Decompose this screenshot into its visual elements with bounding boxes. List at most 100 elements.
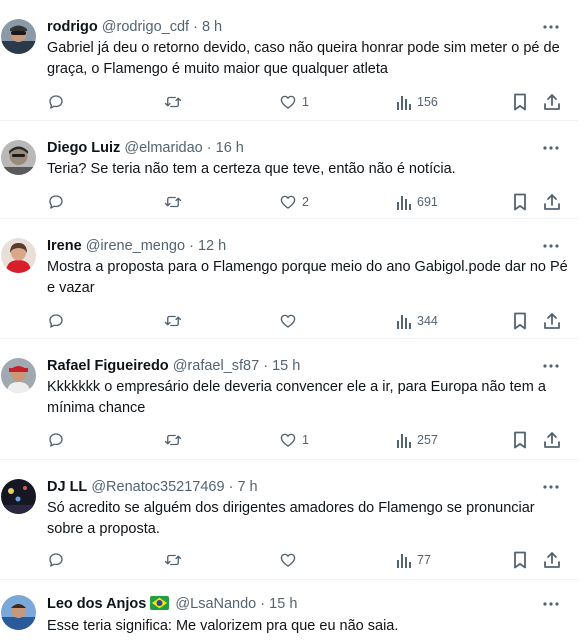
tweet-header: Diego Luiz @elmaridao · 16 h (47, 138, 244, 158)
display-name[interactable]: rodrigo (47, 19, 98, 35)
timestamp[interactable]: 7 h (237, 479, 257, 495)
reply-tweet[interactable]: rodrigo @rodrigo_cdf · 8 h Gabriel já de… (0, 0, 578, 121)
separator: · (189, 238, 194, 254)
avatar[interactable] (1, 140, 36, 175)
bookmark-button[interactable] (512, 191, 528, 213)
retweet-icon (164, 96, 182, 108)
like-button[interactable]: 1 (279, 91, 309, 113)
tweet-text: Esse teria significa: Me valorizem pra q… (47, 618, 399, 634)
reply-tweet[interactable]: Rafael Figueiredo @rafael_sf87 · 15 h Kk… (0, 339, 578, 460)
retweet-button[interactable] (163, 310, 188, 332)
bookmark-button[interactable] (512, 549, 528, 571)
reply-button[interactable] (47, 191, 70, 213)
user-handle[interactable]: @Renatoc35217469 (91, 479, 224, 495)
more-options-icon[interactable] (540, 597, 562, 611)
reply-button[interactable] (47, 549, 70, 571)
display-name[interactable]: Irene (47, 238, 82, 254)
timestamp[interactable]: 16 h (216, 140, 244, 156)
tweet-header: rodrigo @rodrigo_cdf · 8 h (47, 17, 222, 37)
retweet-button[interactable] (163, 549, 188, 571)
like-button[interactable] (279, 310, 302, 332)
views-button[interactable]: 691 (396, 191, 438, 213)
more-options-icon[interactable] (540, 480, 562, 494)
views-chart-icon (397, 554, 411, 568)
user-handle[interactable]: @irene_mengo (86, 238, 185, 254)
more-options-icon[interactable] (540, 20, 562, 34)
timestamp[interactable]: 12 h (198, 238, 226, 254)
retweet-button[interactable] (163, 91, 188, 113)
views-chart-icon (397, 96, 411, 110)
bookmark-button[interactable] (512, 429, 528, 451)
share-icon (544, 94, 560, 110)
avatar[interactable] (1, 238, 36, 273)
action-bar: 344 (0, 310, 578, 332)
bookmark-icon (514, 93, 526, 111)
reply-icon (49, 314, 63, 328)
views-button[interactable]: 156 (396, 91, 438, 113)
share-button[interactable] (543, 91, 561, 113)
share-button[interactable] (543, 549, 561, 571)
share-button[interactable] (543, 429, 561, 451)
like-button[interactable]: 2 (279, 191, 309, 213)
reply-feed: rodrigo @rodrigo_cdf · 8 h Gabriel já de… (0, 0, 585, 644)
heart-icon (280, 553, 296, 567)
tweet-text: Gabriel já deu o retorno devido, caso nã… (47, 40, 560, 77)
display-name[interactable]: DJ LL (47, 479, 87, 495)
reply-icon (49, 553, 63, 567)
heart-icon (280, 95, 296, 109)
user-handle[interactable]: @LsaNando (175, 596, 256, 612)
retweet-icon (164, 434, 182, 446)
share-button[interactable] (543, 191, 561, 213)
view-count: 77 (417, 553, 431, 567)
tweet-header: Rafael Figueiredo @rafael_sf87 · 15 h (47, 356, 300, 376)
display-name[interactable]: Diego Luiz (47, 140, 120, 156)
user-handle[interactable]: @rodrigo_cdf (102, 19, 189, 35)
share-button[interactable] (543, 310, 561, 332)
reply-button[interactable] (47, 310, 70, 332)
view-count: 156 (417, 95, 438, 109)
user-handle[interactable]: @elmaridao (124, 140, 202, 156)
like-button[interactable] (279, 549, 302, 571)
timestamp[interactable]: 15 h (269, 596, 297, 612)
bookmark-icon (514, 312, 526, 330)
avatar[interactable] (1, 358, 36, 393)
retweet-button[interactable] (163, 191, 188, 213)
share-icon (544, 552, 560, 568)
tweet-header: DJ LL @Renatoc35217469 · 7 h (47, 477, 258, 497)
separator: · (193, 19, 198, 35)
timestamp[interactable]: 8 h (202, 19, 222, 35)
separator: · (263, 358, 269, 374)
timestamp[interactable]: 15 h (272, 358, 300, 374)
more-options-icon[interactable] (540, 359, 562, 373)
heart-icon (280, 314, 296, 328)
reply-tweet[interactable]: Leo dos Anjos @LsaNando · 15 h Esse teri… (0, 580, 578, 644)
action-bar: 2 691 (0, 191, 578, 213)
reply-tweet[interactable]: DJ LL @Renatoc35217469 · 7 h Só acredito… (0, 460, 578, 580)
reply-button[interactable] (47, 429, 70, 451)
views-button[interactable]: 257 (396, 429, 438, 451)
reply-tweet[interactable]: Diego Luiz @elmaridao · 16 h Teria? Se t… (0, 121, 578, 219)
retweet-button[interactable] (163, 429, 188, 451)
display-name[interactable]: Leo dos Anjos (47, 596, 146, 612)
retweet-icon (164, 196, 182, 208)
like-button[interactable]: 1 (279, 429, 309, 451)
reply-tweet[interactable]: Irene @irene_mengo · 12 h Mostra a propo… (0, 219, 578, 339)
avatar[interactable] (1, 479, 36, 514)
tweet-text: Só acredito se alguém dos dirigentes ama… (47, 500, 535, 537)
display-name[interactable]: Rafael Figueiredo (47, 358, 169, 374)
tweet-header: Irene @irene_mengo · 12 h (47, 236, 226, 256)
reply-icon (49, 195, 63, 209)
avatar[interactable] (1, 19, 36, 54)
bookmark-button[interactable] (512, 91, 528, 113)
views-button[interactable]: 344 (396, 310, 438, 332)
like-count: 1 (302, 433, 309, 447)
avatar[interactable] (1, 595, 36, 630)
views-button[interactable]: 77 (396, 549, 431, 571)
brazil-flag-emoji (150, 596, 170, 610)
more-options-icon[interactable] (540, 239, 562, 253)
more-options-icon[interactable] (540, 141, 562, 155)
share-icon (544, 313, 560, 329)
reply-button[interactable] (47, 91, 70, 113)
user-handle[interactable]: @rafael_sf87 (173, 358, 259, 374)
bookmark-button[interactable] (512, 310, 528, 332)
